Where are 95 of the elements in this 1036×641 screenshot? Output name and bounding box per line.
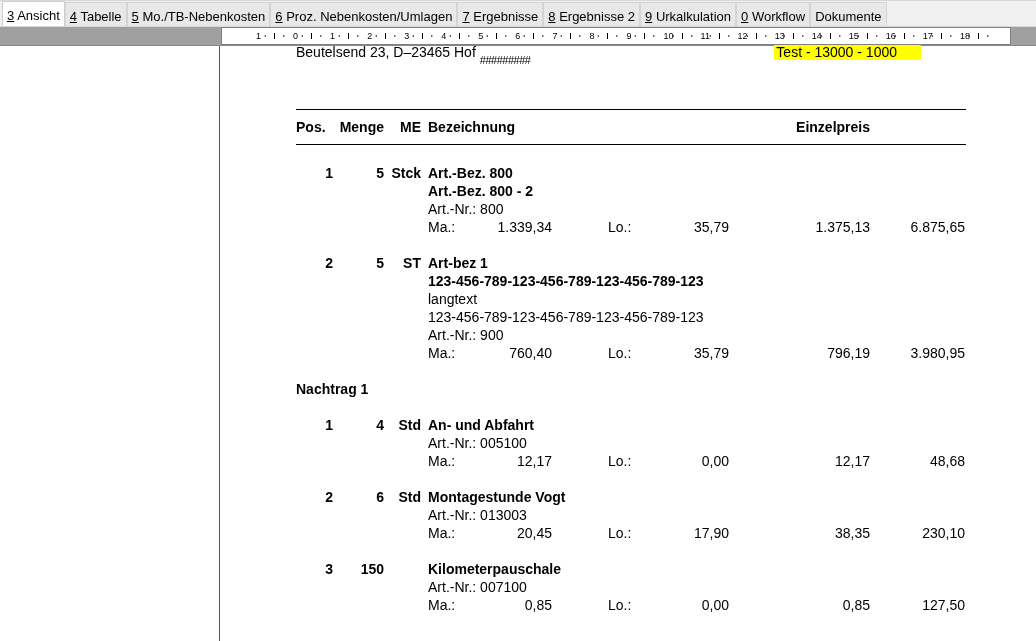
unit: Stck — [390, 164, 422, 182]
ruler-number: 17 — [922, 31, 933, 41]
column-header: Einzelpreis — [795, 118, 870, 136]
labor-value: 35,79 — [693, 344, 729, 362]
material-label: Ma.: — [428, 344, 456, 362]
quantity: 150 — [359, 560, 384, 578]
total-price: 230,10 — [922, 524, 965, 542]
material-value: 0,85 — [524, 596, 552, 614]
material-value: 20,45 — [516, 524, 552, 542]
ruler-number: 15 — [848, 31, 859, 41]
quantity: 4 — [375, 416, 384, 434]
ruler-number: 2 — [367, 31, 373, 41]
unit-price: 0,85 — [842, 596, 870, 614]
placeholder-hashes: ######### — [479, 54, 531, 66]
description-line: Art.-Bez. 800 - 2 — [428, 182, 535, 200]
material-value: 12,17 — [516, 452, 552, 470]
material-label: Ma.: — [428, 218, 456, 236]
description-line: Art.-Nr.: 013003 — [428, 506, 528, 524]
ruler-number: 18 — [959, 31, 970, 41]
description-line: 123-456-789-123-456-789-123-456-789-123 — [428, 272, 705, 290]
description-line: 123-456-789-123-456-789-123-456-789-123 — [428, 308, 705, 326]
tab[interactable]: 7 Ergebnisse — [457, 2, 544, 26]
description-line: Kilometerpauschale — [428, 560, 563, 578]
ruler-number: 6 — [515, 31, 521, 41]
quantity: 5 — [375, 164, 384, 182]
unit-price: 1.375,13 — [815, 218, 870, 236]
tab[interactable]: Dokumente — [810, 2, 887, 26]
labor-value: 17,90 — [693, 524, 729, 542]
description-line: An- und Abfahrt — [428, 416, 535, 434]
description-line: langtext — [428, 290, 479, 308]
ruler-number: 8 — [589, 31, 595, 41]
ruler-number: 1 — [256, 31, 261, 41]
ruler-number: 1 — [330, 31, 336, 41]
labor-label: Lo.: — [608, 218, 632, 236]
ruler-number: 12 — [737, 31, 748, 41]
section-heading: Nachtrag 1 — [296, 380, 370, 398]
ruler-number: 9 — [626, 31, 632, 41]
ruler-number: 7 — [552, 31, 558, 41]
tab[interactable]: 9 Urkalkulation — [640, 2, 737, 26]
position-number: 2 — [324, 254, 333, 272]
total-price: 6.875,65 — [910, 218, 965, 236]
address-text: Beutelsend 23, D–23465 Hof — [296, 44, 476, 60]
quantity: 5 — [375, 254, 384, 272]
total-price: 127,50 — [922, 596, 965, 614]
ruler-number: 0 — [293, 31, 299, 41]
tab[interactable]: 4 Tabelle — [64, 2, 127, 26]
unit-price: 796,19 — [827, 344, 870, 362]
ruler-number: 3 — [404, 31, 410, 41]
description-line: Art.-Nr.: 900 — [428, 326, 505, 344]
tab[interactable]: 0 Workflow — [736, 2, 811, 26]
labor-label: Lo.: — [608, 596, 632, 614]
ruler-number: 14 — [811, 31, 822, 41]
total-price: 3.980,95 — [910, 344, 965, 362]
material-label: Ma.: — [428, 596, 456, 614]
description-line: Art.-Nr.: 005100 — [428, 434, 528, 452]
position-number: 1 — [324, 164, 333, 182]
unit-price: 38,35 — [834, 524, 870, 542]
ruler-number: 11 — [700, 31, 710, 41]
tab[interactable]: 3 Ansicht — [2, 1, 65, 26]
unit: Std — [397, 416, 422, 434]
labor-value: 0,00 — [701, 452, 729, 470]
column-header: Pos. — [296, 118, 327, 136]
column-header: Menge — [338, 118, 384, 136]
description-line: Art-bez 1 — [428, 254, 489, 272]
labor-value: 35,79 — [693, 218, 729, 236]
ruler-number: 4 — [441, 31, 447, 41]
ruler-number: 10 — [663, 31, 674, 41]
material-value: 760,40 — [509, 344, 552, 362]
description-line: Art.-Nr.: 007100 — [428, 578, 528, 596]
column-header: Bezeichnung — [428, 118, 517, 136]
unit: Std — [397, 488, 422, 506]
labor-label: Lo.: — [608, 344, 632, 362]
material-label: Ma.: — [428, 524, 456, 542]
material-label: Ma.: — [428, 452, 456, 470]
position-number: 3 — [324, 560, 333, 578]
material-value: 1.339,34 — [497, 218, 552, 236]
ruler-number: 16 — [885, 31, 896, 41]
total-price: 48,68 — [929, 452, 965, 470]
position-number: 2 — [324, 488, 333, 506]
column-header: ME — [399, 118, 422, 136]
quantity: 6 — [375, 488, 384, 506]
ruler-number: 5 — [478, 31, 484, 41]
labor-label: Lo.: — [608, 452, 632, 470]
labor-label: Lo.: — [608, 524, 632, 542]
position-number: 1 — [324, 416, 333, 434]
unit-price: 12,17 — [834, 452, 870, 470]
labor-value: 0,00 — [701, 596, 729, 614]
description-line: Art.-Bez. 800 — [428, 164, 514, 182]
ruler-number: 13 — [774, 31, 785, 41]
unit: ST — [402, 254, 422, 272]
tab[interactable]: 5 Mo./TB-Nebenkosten — [126, 2, 271, 26]
description-line: Montagestunde Vogt — [428, 488, 567, 506]
description-line: Art.-Nr.: 800 — [428, 200, 505, 218]
tab[interactable]: 6 Proz. Nebenkosten/Umlagen — [270, 2, 458, 26]
tab[interactable]: 8 Ergebnisse 2 — [543, 2, 641, 26]
